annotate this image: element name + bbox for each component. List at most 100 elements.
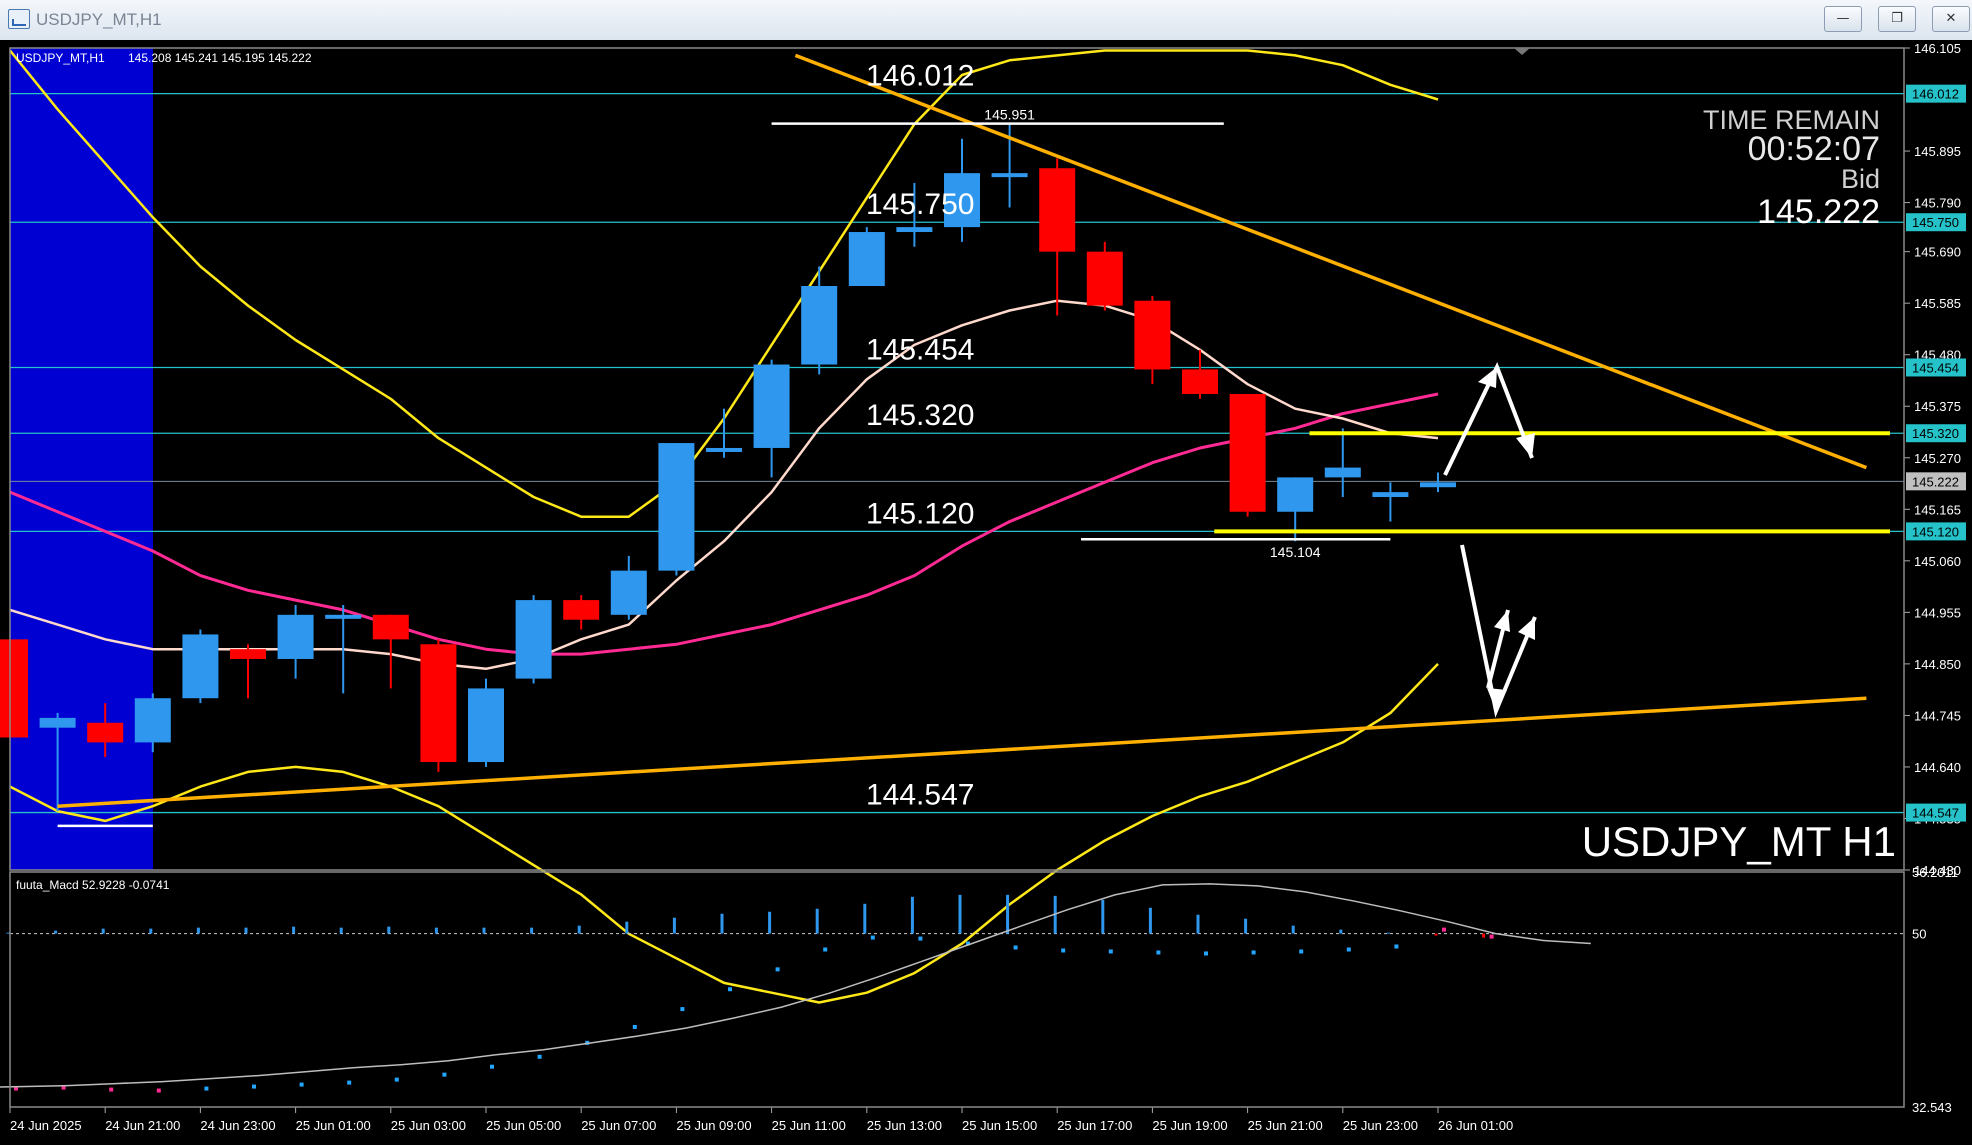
bullish-candle	[1277, 477, 1314, 512]
bearish-candle	[1229, 393, 1266, 512]
window-titlebar[interactable]: USDJPY_MT,H1 — ❐ ✕	[0, 0, 1972, 41]
price-tag-label: 145.320	[1912, 426, 1959, 441]
price-tag-label: 145.222	[1912, 474, 1959, 489]
time-tick-label: 25 Jun 13:00	[867, 1118, 942, 1133]
time-tick-label: 24 Jun 2025	[10, 1118, 82, 1133]
signal-dot	[204, 1086, 209, 1091]
price-tick-label: 144.745	[1914, 708, 1961, 723]
ohlc-values: 145.208 145.241 145.195 145.222	[128, 51, 312, 65]
price-tag-label: 145.454	[1912, 360, 1959, 375]
signal-dot	[870, 935, 875, 940]
time-tick-label: 25 Jun 09:00	[676, 1118, 751, 1133]
signal-dot	[823, 947, 828, 952]
signal-dot	[1061, 948, 1066, 953]
restore-icon[interactable]: ❐	[1878, 6, 1916, 32]
time-tick-label: 25 Jun 19:00	[1152, 1118, 1227, 1133]
time-remain-value: 00:52:07	[1748, 130, 1880, 168]
bullish-candle	[39, 717, 76, 728]
bullish-candle	[1420, 482, 1456, 488]
chart-window[interactable]: 145.951 145.104 146.012 145.750 145.454 145.3…	[0, 40, 1972, 1140]
macd-tick-label: 32.543	[1912, 1100, 1952, 1115]
minimize-icon[interactable]: —	[1824, 6, 1862, 32]
price-tick-label: 146.105	[1914, 41, 1961, 56]
time-tick-label: 25 Jun 15:00	[962, 1118, 1037, 1133]
price-tick-label: 144.850	[1914, 657, 1961, 672]
bullish-candle	[1372, 492, 1409, 498]
signal-dot	[1346, 947, 1351, 952]
bullish-candle	[325, 614, 362, 619]
bearish-candle	[1039, 168, 1076, 252]
time-tick-label: 26 Jun 01:00	[1438, 1118, 1513, 1133]
price-tick-label: 145.165	[1914, 502, 1961, 517]
close-icon[interactable]: ✕	[1932, 6, 1970, 32]
price-chart[interactable]: 145.951 145.104 146.012 145.750 145.454 145.3…	[0, 40, 1972, 1140]
bearish-candle	[420, 644, 457, 763]
bullish-candle	[658, 443, 695, 571]
signal-dot	[1394, 944, 1399, 949]
bearish-candle	[0, 639, 28, 738]
signal-dot	[299, 1082, 304, 1087]
level-label: 145.320	[866, 399, 974, 432]
signal-dot	[775, 967, 780, 972]
signal-dot	[1013, 945, 1018, 950]
bullish-candle	[706, 447, 742, 452]
signal-dot	[109, 1087, 114, 1092]
time-tick-label: 25 Jun 23:00	[1343, 1118, 1418, 1133]
bearish-candle	[87, 722, 124, 743]
bullish-candle	[896, 227, 933, 233]
signal-dot	[1489, 934, 1494, 939]
price-tag-label: 144.547	[1912, 806, 1959, 821]
time-tick-label: 25 Jun 07:00	[581, 1118, 656, 1133]
time-tick-label: 25 Jun 17:00	[1057, 1118, 1132, 1133]
signal-dot	[728, 987, 732, 992]
signal-dot	[490, 1064, 494, 1069]
macd-tick-label: 56.2011	[1912, 865, 1958, 880]
level-label: 144.547	[866, 779, 974, 812]
price-tick-label: 145.060	[1914, 554, 1961, 569]
session-highlight	[10, 48, 153, 870]
time-tick-label: 25 Jun 01:00	[296, 1118, 371, 1133]
symbol-label: USDJPY_MT,H1	[16, 51, 105, 65]
price-tick-label: 144.955	[1914, 605, 1961, 620]
bearish-candle	[1086, 251, 1123, 306]
level-label: 145.750	[866, 188, 974, 221]
price-tick-label: 145.585	[1914, 296, 1961, 311]
price-tag-label: 145.120	[1912, 524, 1959, 539]
time-tick-label: 24 Jun 23:00	[200, 1118, 275, 1133]
bid-label: Bid	[1841, 164, 1880, 194]
bearish-candle	[563, 600, 600, 620]
bullish-candle	[182, 634, 219, 699]
bullish-candle	[515, 600, 552, 679]
price-tag-label: 145.750	[1912, 215, 1959, 230]
time-tick-label: 25 Jun 05:00	[486, 1118, 561, 1133]
bullish-candle	[277, 614, 314, 659]
signal-dot	[1442, 927, 1446, 932]
bearish-candle	[1182, 369, 1218, 394]
price-tick-label: 144.640	[1914, 760, 1961, 775]
bullish-candle	[134, 698, 171, 743]
bearish-candle	[372, 614, 409, 640]
signal-dot	[1251, 950, 1256, 955]
signal-dot	[1108, 949, 1113, 954]
signal-dot	[442, 1072, 447, 1077]
signal-dot	[347, 1080, 352, 1085]
low-price-annotation: 145.104	[1270, 544, 1321, 560]
time-tick-label: 25 Jun 03:00	[391, 1118, 466, 1133]
level-label: 146.012	[866, 60, 974, 93]
bearish-candle	[230, 649, 266, 659]
signal-dot	[1299, 949, 1304, 954]
window-title: USDJPY_MT,H1	[36, 10, 162, 29]
price-tick-label: 145.895	[1914, 144, 1961, 159]
bullish-candle	[848, 232, 885, 287]
macd-tick-label: 50	[1912, 927, 1926, 942]
symbol-watermark: USDJPY_MT H1	[1582, 818, 1896, 865]
price-tick-label: 145.690	[1914, 245, 1961, 260]
time-tick-label: 25 Jun 21:00	[1248, 1118, 1323, 1133]
time-tick-label: 25 Jun 11:00	[772, 1118, 846, 1133]
macd-header: fuuta_Macd 52.9228 -0.0741	[16, 878, 170, 892]
chart-icon	[8, 9, 30, 29]
signal-dot	[252, 1084, 256, 1089]
level-label: 145.120	[866, 497, 974, 530]
signal-dot	[537, 1054, 542, 1059]
bullish-candle	[753, 364, 790, 448]
